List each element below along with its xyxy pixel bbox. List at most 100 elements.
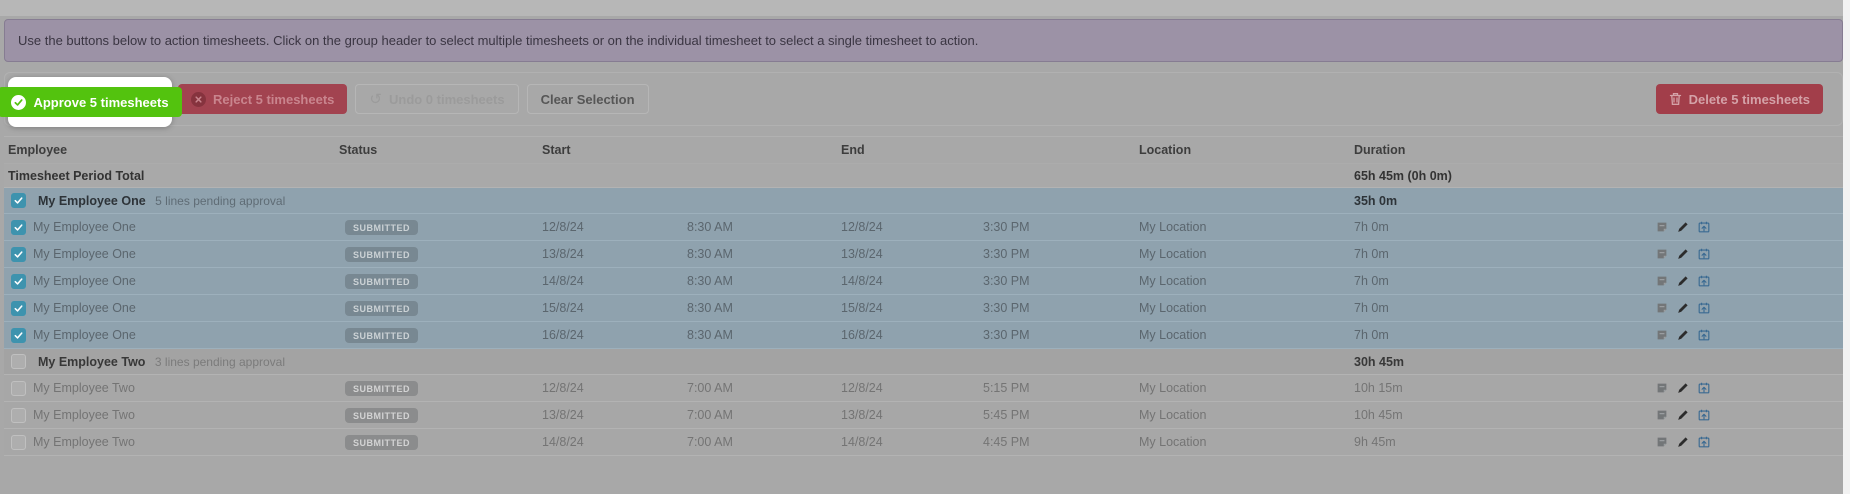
undo-button-label: Undo 0 timesheets bbox=[388, 91, 505, 107]
approve-button[interactable]: Approve 5 timesheets bbox=[0, 87, 182, 117]
row-checkbox[interactable] bbox=[11, 327, 26, 343]
calendar-up-icon[interactable] bbox=[1697, 381, 1711, 395]
row-start-time: 8:30 AM bbox=[687, 274, 733, 288]
row-duration: 7h 0m bbox=[1354, 274, 1389, 288]
calendar-up-icon[interactable] bbox=[1697, 247, 1711, 261]
row-start-time: 8:30 AM bbox=[687, 328, 733, 342]
column-header-start: Start bbox=[542, 143, 571, 157]
group-duration: 30h 45m bbox=[1354, 354, 1405, 369]
period-total-row: Timesheet Period Total 65h 45m (0h 0m) bbox=[4, 164, 1843, 188]
calendar-up-icon[interactable] bbox=[1697, 408, 1711, 422]
group-duration: 35h 0m bbox=[1354, 193, 1398, 208]
row-end-time: 3:30 PM bbox=[983, 274, 1030, 288]
status-badge: SUBMITTED bbox=[345, 407, 418, 423]
timesheet-row[interactable]: My Employee One SUBMITTED 16/8/24 8:30 A… bbox=[4, 322, 1843, 349]
pencil-icon[interactable] bbox=[1676, 381, 1690, 395]
row-start-date: 13/8/24 bbox=[542, 408, 584, 422]
row-duration: 7h 0m bbox=[1354, 328, 1389, 342]
row-employee-name: My Employee Two bbox=[33, 435, 135, 449]
row-end-date: 13/8/24 bbox=[841, 408, 883, 422]
row-end-time: 4:45 PM bbox=[983, 435, 1030, 449]
checkmark-icon bbox=[14, 250, 23, 258]
timesheet-row[interactable]: My Employee One SUBMITTED 15/8/24 8:30 A… bbox=[4, 295, 1843, 322]
calendar-up-icon[interactable] bbox=[1697, 220, 1711, 234]
row-duration: 7h 0m bbox=[1354, 301, 1389, 315]
note-icon[interactable] bbox=[1655, 220, 1669, 234]
row-location: My Location bbox=[1139, 408, 1207, 422]
checkmark-icon bbox=[14, 304, 23, 312]
note-icon[interactable] bbox=[1655, 381, 1669, 395]
row-checkbox[interactable] bbox=[11, 246, 26, 262]
row-checkbox[interactable] bbox=[11, 407, 26, 423]
row-location: My Location bbox=[1139, 435, 1207, 449]
clear-selection-button[interactable]: Clear Selection bbox=[526, 84, 649, 114]
group-checkbox-cell bbox=[4, 354, 33, 369]
note-icon[interactable] bbox=[1655, 328, 1669, 342]
table-body: My Employee One 5 lines pending approval… bbox=[4, 188, 1843, 456]
pencil-icon[interactable] bbox=[1676, 328, 1690, 342]
pencil-icon[interactable] bbox=[1676, 274, 1690, 288]
timesheet-row[interactable]: My Employee Two SUBMITTED 12/8/24 7:00 A… bbox=[4, 375, 1843, 402]
row-start-date: 14/8/24 bbox=[542, 274, 584, 288]
timesheet-row[interactable]: My Employee One SUBMITTED 13/8/24 8:30 A… bbox=[4, 241, 1843, 268]
timesheet-table: Employee Status Start End Location Durat… bbox=[4, 136, 1843, 456]
column-header-employee: Employee bbox=[8, 143, 68, 157]
timesheet-row[interactable]: My Employee One SUBMITTED 14/8/24 8:30 A… bbox=[4, 268, 1843, 295]
row-end-date: 15/8/24 bbox=[841, 301, 883, 315]
status-badge: SUBMITTED bbox=[345, 273, 418, 289]
group-header-row[interactable]: My Employee One 5 lines pending approval… bbox=[4, 188, 1843, 214]
group-pending-count: 5 lines pending approval bbox=[155, 193, 286, 208]
row-location: My Location bbox=[1139, 220, 1207, 234]
pencil-icon[interactable] bbox=[1676, 220, 1690, 234]
checkmark-icon bbox=[14, 223, 23, 231]
calendar-up-icon[interactable] bbox=[1697, 274, 1711, 288]
row-end-date: 16/8/24 bbox=[841, 328, 883, 342]
note-icon[interactable] bbox=[1655, 435, 1669, 449]
note-icon[interactable] bbox=[1655, 274, 1669, 288]
row-checkbox[interactable] bbox=[11, 219, 26, 235]
status-badge: SUBMITTED bbox=[345, 434, 418, 450]
row-end-time: 3:30 PM bbox=[983, 247, 1030, 261]
row-start-time: 7:00 AM bbox=[687, 435, 733, 449]
group-employee-name: My Employee One bbox=[38, 193, 146, 208]
column-header-location: Location bbox=[1139, 143, 1192, 157]
row-checkbox[interactable] bbox=[11, 300, 26, 316]
row-location: My Location bbox=[1139, 274, 1207, 288]
group-checkbox[interactable] bbox=[11, 193, 26, 208]
pencil-icon[interactable] bbox=[1676, 301, 1690, 315]
checkmark-icon bbox=[14, 197, 23, 204]
note-icon[interactable] bbox=[1655, 247, 1669, 261]
timesheet-row[interactable]: My Employee Two SUBMITTED 14/8/24 7:00 A… bbox=[4, 429, 1843, 456]
row-end-date: 14/8/24 bbox=[841, 435, 883, 449]
page-right-edge bbox=[1843, 0, 1850, 494]
row-checkbox[interactable] bbox=[11, 434, 26, 450]
note-icon[interactable] bbox=[1655, 301, 1669, 315]
reject-button[interactable]: Reject 5 timesheets bbox=[178, 84, 348, 114]
pencil-icon[interactable] bbox=[1676, 435, 1690, 449]
calendar-up-icon[interactable] bbox=[1697, 328, 1711, 342]
row-checkbox[interactable] bbox=[11, 380, 26, 396]
delete-button[interactable]: Delete 5 timesheets bbox=[1655, 84, 1823, 114]
pencil-icon[interactable] bbox=[1676, 408, 1690, 422]
group-header-row[interactable]: My Employee Two 3 lines pending approval… bbox=[4, 349, 1843, 375]
timesheet-row[interactable]: My Employee One SUBMITTED 12/8/24 8:30 A… bbox=[4, 214, 1843, 241]
undo-button[interactable]: ↺ Undo 0 timesheets bbox=[355, 84, 519, 114]
note-icon[interactable] bbox=[1655, 408, 1669, 422]
row-duration: 10h 45m bbox=[1354, 408, 1403, 422]
pencil-icon[interactable] bbox=[1676, 247, 1690, 261]
row-start-date: 15/8/24 bbox=[542, 301, 584, 315]
row-start-time: 7:00 AM bbox=[687, 381, 733, 395]
approve-button-label: Approve 5 timesheets bbox=[33, 94, 169, 110]
group-checkbox[interactable] bbox=[11, 354, 26, 369]
calendar-up-icon[interactable] bbox=[1697, 435, 1711, 449]
row-duration: 7h 0m bbox=[1354, 247, 1389, 261]
info-banner-text: Use the buttons below to action timeshee… bbox=[18, 33, 979, 48]
checkmark-icon bbox=[14, 277, 23, 285]
row-end-time: 5:15 PM bbox=[983, 381, 1030, 395]
calendar-up-icon[interactable] bbox=[1697, 301, 1711, 315]
group-employee-name: My Employee Two bbox=[38, 354, 146, 369]
row-employee-name: My Employee One bbox=[33, 220, 136, 234]
timesheet-row[interactable]: My Employee Two SUBMITTED 13/8/24 7:00 A… bbox=[4, 402, 1843, 429]
table-header-row: Employee Status Start End Location Durat… bbox=[4, 137, 1843, 164]
row-checkbox[interactable] bbox=[11, 273, 26, 289]
